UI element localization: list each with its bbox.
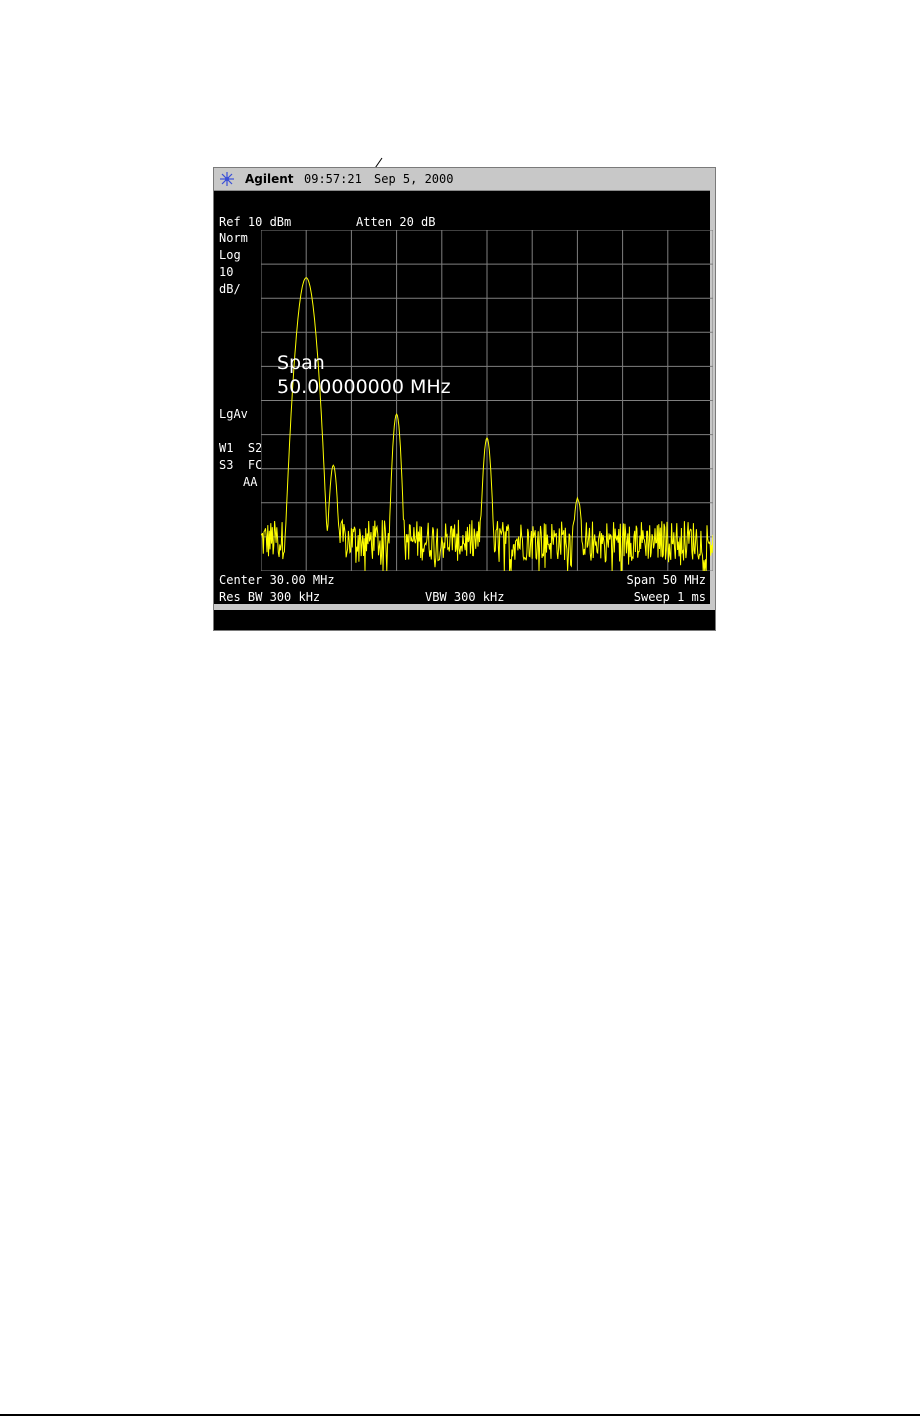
span-value: Span 50 MHz <box>626 573 706 587</box>
spectrum-plot <box>261 230 713 571</box>
active-function-label: Span <box>277 352 325 374</box>
analyzer-screen: Agilent 09:57:21 Sep 5, 2000 Ref 10 dBm … <box>213 167 716 631</box>
agilent-spark-icon <box>220 172 234 186</box>
trace-flags-s3-fc: S3 FC <box>219 458 263 472</box>
status-line <box>214 610 715 630</box>
center-frequency: Center 30.00 MHz <box>219 573 335 587</box>
sweep-time: Sweep 1 ms <box>633 590 706 604</box>
attenuation: Atten 20 dB <box>356 215 436 229</box>
trace-flags-w1-s2: W1 S2 <box>219 441 263 455</box>
graticule <box>261 230 713 571</box>
ref-level: Ref 10 dBm <box>219 215 292 229</box>
detector-mode: Norm <box>219 231 248 245</box>
trace-flags-aa: AA <box>243 475 258 489</box>
averaging-mode: LgAv <box>219 407 248 421</box>
scale-type: Log <box>219 248 241 262</box>
active-function-value: 50.00000000 MHz <box>277 376 451 398</box>
clock-date: Sep 5, 2000 <box>374 172 454 186</box>
scale-unit: dB/ <box>219 282 241 296</box>
clock-time: 09:57:21 <box>304 172 362 186</box>
res-bw: Res BW 300 kHz <box>219 590 321 604</box>
brand-name: Agilent <box>245 172 294 186</box>
page-footer-rule <box>0 1414 920 1416</box>
vbw: VBW 300 kHz <box>425 590 505 604</box>
scale-value: 10 <box>219 265 234 279</box>
title-bar: Agilent 09:57:21 Sep 5, 2000 <box>214 168 715 191</box>
